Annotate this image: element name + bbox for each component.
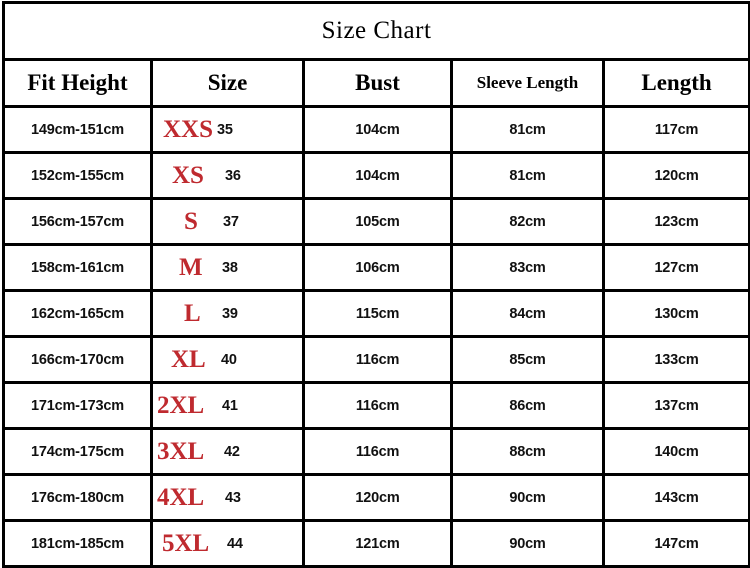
cell-fit-height: 174cm-175cm — [2, 427, 153, 476]
cell-length: 137cm — [601, 381, 750, 430]
size-number: 40 — [221, 351, 237, 368]
cell-size: XXS 35 — [150, 105, 305, 154]
cell-sleeve-length: 82cm — [450, 197, 605, 246]
cell-size: L 39 — [150, 289, 305, 338]
size-label: M — [179, 253, 203, 281]
cell-size: S 37 — [150, 197, 305, 246]
cell-sleeve-length: 86cm — [450, 381, 605, 430]
size-label: 5XL — [162, 529, 210, 557]
title-row: Size Chart — [1, 1, 750, 61]
table-row: 171cm-173cm 2XL 41 116cm 86cm 137cm — [2, 381, 750, 430]
cell-size: 4XL 43 — [150, 473, 305, 522]
cell-sleeve-length: 81cm — [450, 105, 605, 154]
cell-length: 117cm — [601, 105, 750, 154]
size-number: 37 — [223, 213, 239, 230]
cell-fit-height: 158cm-161cm — [2, 243, 153, 292]
size-chart-container: Size Chart Fit Height Size Bust Sleeve L… — [0, 1, 750, 568]
cell-fit-height: 162cm-165cm — [2, 289, 153, 338]
cell-bust: 121cm — [302, 519, 453, 568]
cell-bust: 104cm — [302, 105, 453, 154]
cell-size: 2XL 41 — [150, 381, 305, 430]
size-chart-table: Size Chart Fit Height Size Bust Sleeve L… — [1, 1, 750, 568]
table-row: 152cm-155cm XS 36 104cm 81cm 120cm — [2, 151, 750, 200]
cell-length: 147cm — [601, 519, 750, 568]
column-header-bust: Bust — [302, 58, 453, 108]
cell-sleeve-length: 84cm — [450, 289, 605, 338]
cell-length: 123cm — [601, 197, 750, 246]
cell-bust: 115cm — [302, 289, 453, 338]
table-row: 158cm-161cm M 38 106cm 83cm 127cm — [2, 243, 750, 292]
cell-sleeve-length: 90cm — [450, 473, 605, 522]
size-number: 35 — [217, 121, 233, 138]
cell-bust: 116cm — [302, 427, 453, 476]
cell-fit-height: 149cm-151cm — [2, 105, 153, 154]
cell-fit-height: 166cm-170cm — [2, 335, 153, 384]
header-row: Fit Height Size Bust Sleeve Length Lengt… — [2, 58, 750, 108]
size-label: 3XL — [157, 437, 205, 465]
cell-fit-height: 171cm-173cm — [2, 381, 153, 430]
cell-size: XL 40 — [150, 335, 305, 384]
size-label: XS — [172, 161, 204, 189]
page-title: Size Chart — [1, 1, 750, 61]
cell-sleeve-length: 81cm — [450, 151, 605, 200]
size-label: XXS — [163, 115, 214, 143]
size-number: 41 — [222, 397, 238, 414]
size-label: XL — [171, 345, 206, 373]
cell-bust: 106cm — [302, 243, 453, 292]
table-row: 162cm-165cm L 39 115cm 84cm 130cm — [2, 289, 750, 338]
size-number: 44 — [227, 535, 243, 552]
size-number: 43 — [225, 489, 241, 506]
table-row: 176cm-180cm 4XL 43 120cm 90cm 143cm — [2, 473, 750, 522]
cell-length: 127cm — [601, 243, 750, 292]
cell-bust: 105cm — [302, 197, 453, 246]
column-header-fit-height: Fit Height — [2, 58, 153, 108]
cell-bust: 116cm — [302, 335, 453, 384]
cell-fit-height: 176cm-180cm — [2, 473, 153, 522]
size-number: 38 — [222, 259, 238, 276]
cell-sleeve-length: 83cm — [450, 243, 605, 292]
column-header-length: Length — [601, 58, 750, 108]
size-label: 4XL — [157, 483, 205, 511]
cell-size: 3XL 42 — [150, 427, 305, 476]
table-row: 166cm-170cm XL 40 116cm 85cm 133cm — [2, 335, 750, 384]
cell-length: 140cm — [601, 427, 750, 476]
cell-sleeve-length: 85cm — [450, 335, 605, 384]
size-number: 42 — [224, 443, 240, 460]
cell-bust: 116cm — [302, 381, 453, 430]
table-row: 156cm-157cm S 37 105cm 82cm 123cm — [2, 197, 750, 246]
table-row: 181cm-185cm 5XL 44 121cm 90cm 147cm — [2, 519, 750, 568]
size-label: L — [184, 299, 201, 327]
size-number: 36 — [225, 167, 241, 184]
cell-sleeve-length: 88cm — [450, 427, 605, 476]
cell-bust: 120cm — [302, 473, 453, 522]
cell-length: 133cm — [601, 335, 750, 384]
cell-length: 143cm — [601, 473, 750, 522]
cell-fit-height: 156cm-157cm — [2, 197, 153, 246]
size-label: S — [184, 207, 198, 235]
cell-size: 5XL 44 — [150, 519, 305, 568]
cell-size: XS 36 — [150, 151, 305, 200]
cell-size: M 38 — [150, 243, 305, 292]
cell-fit-height: 181cm-185cm — [2, 519, 153, 568]
cell-length: 130cm — [601, 289, 750, 338]
cell-length: 120cm — [601, 151, 750, 200]
column-header-size: Size — [150, 58, 305, 108]
column-header-sleeve-length: Sleeve Length — [450, 58, 605, 108]
cell-sleeve-length: 90cm — [450, 519, 605, 568]
size-label: 2XL — [157, 391, 205, 419]
cell-bust: 104cm — [302, 151, 453, 200]
cell-fit-height: 152cm-155cm — [2, 151, 153, 200]
size-number: 39 — [222, 305, 238, 322]
table-row: 174cm-175cm 3XL 42 116cm 88cm 140cm — [2, 427, 750, 476]
table-row: 149cm-151cm XXS 35 104cm 81cm 117cm — [2, 105, 750, 154]
